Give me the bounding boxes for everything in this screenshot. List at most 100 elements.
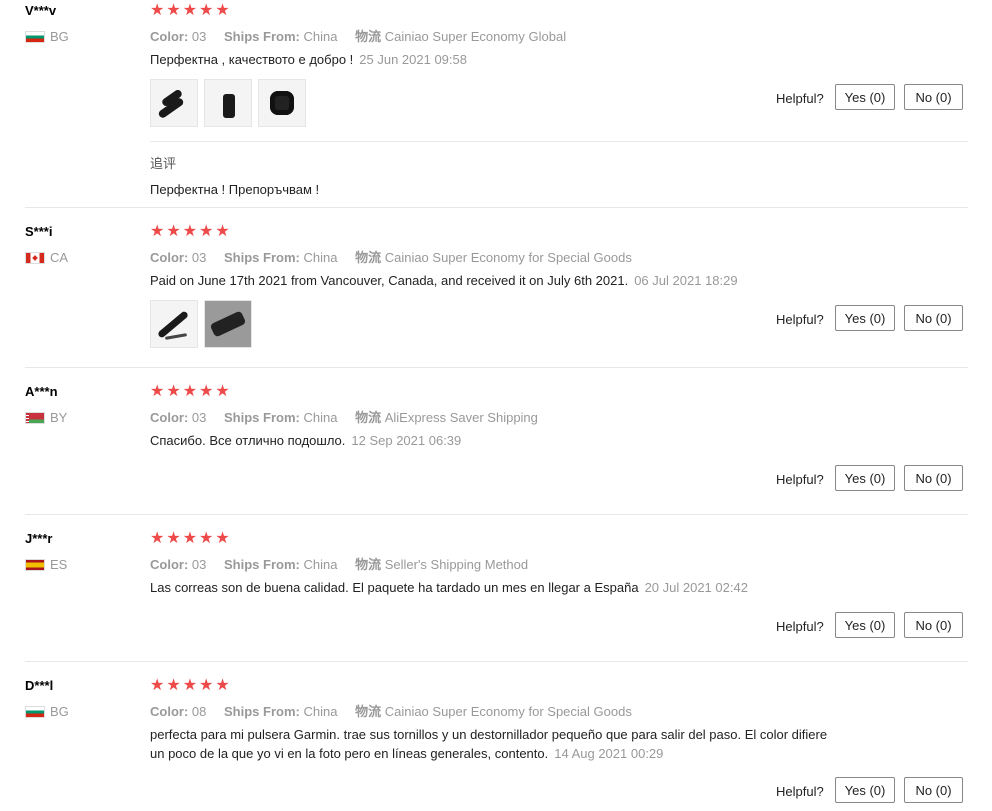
review-body: Перфектна , качеството е добро ! (150, 52, 354, 67)
country-code: CA (50, 250, 69, 265)
belarus-flag-icon (25, 411, 45, 424)
star-icon: ★ (182, 677, 198, 694)
shipping-label: 物流 (355, 557, 382, 572)
review-date: 25 Jun 2021 09:58 (359, 52, 467, 67)
star-icon: ★ (215, 2, 230, 19)
color-label: Color: (150, 410, 189, 425)
shipping-value: Cainiao Super Economy for Special Goods (384, 704, 632, 719)
ships-from-label: Ships From: (224, 704, 300, 719)
ships-from-value: China (303, 29, 338, 44)
review-body-line: un poco de la que yo vi en la foto pero … (150, 746, 549, 761)
star-icon: ★ (215, 677, 230, 694)
review-date: 14 Aug 2021 00:29 (554, 746, 664, 761)
review-body: Las correas son de buena calidad. El paq… (150, 580, 639, 595)
star-rating: ★ ★ ★ ★ ★ (150, 678, 230, 694)
bulgaria-flag-icon (25, 30, 45, 43)
review-text: Las correas son de buena calidad. El paq… (150, 578, 748, 597)
review-body-line: perfecta para mi pulsera Garmin. trae su… (150, 727, 828, 742)
reviewer-name: A***n (25, 384, 58, 399)
review-photo-thumbnail[interactable] (150, 300, 198, 348)
order-info: Color: 03 Ships From: China 物流 Seller's … (150, 554, 528, 573)
color-label: Color: (150, 704, 189, 719)
reviewer-name: D***l (25, 678, 54, 693)
review-photos (150, 79, 306, 127)
color-value: 03 (191, 410, 207, 425)
star-icon: ★ (199, 530, 214, 547)
star-rating: ★ ★ ★ ★ ★ (150, 3, 230, 19)
star-icon: ★ (215, 223, 230, 240)
country-code: BG (50, 704, 69, 719)
star-icon: ★ (199, 677, 214, 694)
followup-divider (150, 141, 968, 142)
helpful-no-button[interactable]: No (0) (904, 777, 963, 803)
review-date: 20 Jul 2021 02:42 (644, 580, 748, 595)
reviewer-country: BG (25, 29, 69, 44)
helpful-yes-button[interactable]: Yes (0) (835, 612, 895, 638)
review-photo-thumbnail[interactable] (204, 79, 252, 127)
review-item: D***l BG ★ ★ ★ ★ ★ Color: 08 Ships From:… (0, 662, 992, 811)
helpful-no-button[interactable]: No (0) (904, 305, 963, 331)
review-text: Paid on June 17th 2021 from Vancouver, C… (150, 271, 738, 290)
star-rating: ★ ★ ★ ★ ★ (150, 531, 230, 547)
review-text: Перфектна , качеството е добро ! 25 Jun 2… (150, 50, 467, 69)
review-item: V***v BG ★ ★ ★ ★ ★ Color: 03 Ships From:… (0, 0, 992, 208)
review-item: S***i CA ★ ★ ★ ★ ★ Color: 03 Ships From:… (0, 208, 992, 368)
star-icon: ★ (199, 2, 214, 19)
helpful-yes-button[interactable]: Yes (0) (835, 465, 895, 491)
helpful-yes-button[interactable]: Yes (0) (835, 84, 895, 110)
shipping-label: 物流 (355, 704, 382, 719)
star-icon: ★ (182, 2, 198, 19)
shipping-label: 物流 (355, 29, 382, 44)
order-info: Color: 03 Ships From: China 物流 Cainiao S… (150, 247, 632, 266)
review-photo-thumbnail[interactable] (150, 79, 198, 127)
star-icon: ★ (150, 677, 165, 694)
reviewer-country: ES (25, 557, 67, 572)
review-body: Paid on June 17th 2021 from Vancouver, C… (150, 273, 629, 288)
helpful-no-button[interactable]: No (0) (904, 84, 963, 110)
star-icon: ★ (182, 383, 198, 400)
color-label: Color: (150, 29, 189, 44)
review-date: 12 Sep 2021 06:39 (351, 433, 462, 448)
star-icon: ★ (199, 223, 214, 240)
ships-from-label: Ships From: (224, 410, 300, 425)
reviewer-country: BG (25, 704, 69, 719)
ships-from-value: China (303, 250, 338, 265)
shipping-label: 物流 (355, 410, 382, 425)
ships-from-label: Ships From: (224, 557, 300, 572)
color-value: 08 (191, 704, 207, 719)
star-icon: ★ (166, 383, 181, 400)
review-item: A***n BY ★ ★ ★ ★ ★ Color: 03 Ships From:… (0, 368, 992, 515)
star-icon: ★ (166, 223, 181, 240)
color-label: Color: (150, 250, 189, 265)
review-date: 06 Jul 2021 18:29 (634, 273, 738, 288)
helpful-yes-button[interactable]: Yes (0) (835, 305, 895, 331)
color-value: 03 (191, 250, 207, 265)
ships-from-value: China (303, 410, 338, 425)
order-info: Color: 03 Ships From: China 物流 Cainiao S… (150, 26, 566, 45)
star-icon: ★ (215, 383, 230, 400)
review-photo-thumbnail[interactable] (204, 300, 252, 348)
bulgaria-flag-icon (25, 705, 45, 718)
reviewer-name: V***v (25, 3, 57, 18)
helpful-no-button[interactable]: No (0) (904, 465, 963, 491)
review-photo-thumbnail[interactable] (258, 79, 306, 127)
helpful-no-button[interactable]: No (0) (904, 612, 963, 638)
helpful-yes-button[interactable]: Yes (0) (835, 777, 895, 803)
reviewer-name: J***r (25, 531, 53, 546)
canada-flag-icon (25, 251, 45, 264)
star-icon: ★ (166, 530, 181, 547)
helpful-label: Helpful? (776, 312, 824, 327)
helpful-label: Helpful? (776, 472, 824, 487)
review-photos (150, 300, 252, 348)
helpful-label: Helpful? (776, 784, 824, 799)
shipping-value: Cainiao Super Economy Global (384, 29, 567, 44)
ships-from-value: China (303, 557, 338, 572)
review-text: perfecta para mi pulsera Garmin. trae su… (150, 725, 890, 763)
reviewer-country: CA (25, 250, 68, 265)
star-icon: ★ (150, 2, 165, 19)
star-icon: ★ (182, 223, 198, 240)
star-rating: ★ ★ ★ ★ ★ (150, 224, 230, 240)
star-rating: ★ ★ ★ ★ ★ (150, 384, 230, 400)
review-item: J***r ES ★ ★ ★ ★ ★ Color: 03 Ships From:… (0, 515, 992, 662)
country-code: BY (50, 410, 68, 425)
